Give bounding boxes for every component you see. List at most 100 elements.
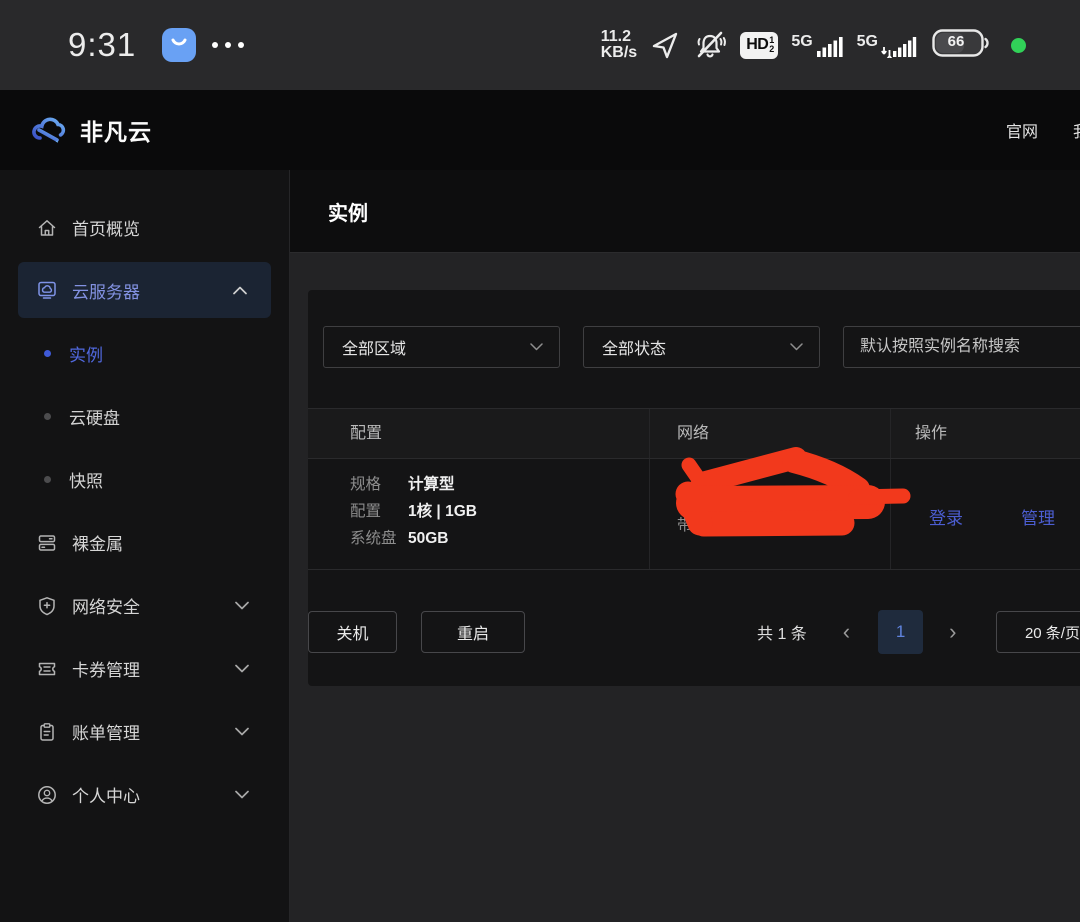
brand-name: 非凡云 <box>80 113 152 147</box>
network-cell: 公网IP 带宽10Mbps <box>649 459 890 569</box>
page-title-band: 实例 <box>290 170 1080 253</box>
sidebar-item-label: 云硬盘 <box>69 404 120 429</box>
bell-muted-icon <box>693 29 727 61</box>
home-icon <box>36 217 58 239</box>
cloud-server-icon <box>36 279 58 301</box>
search-input[interactable] <box>843 326 1080 368</box>
server-stack-icon <box>36 532 58 554</box>
page-size-select[interactable]: 20 条/页 <box>996 611 1080 653</box>
next-page-chevron-icon[interactable]: › <box>949 621 956 643</box>
chevron-down-icon <box>235 664 249 673</box>
app-header: 非凡云 官网 我 <box>0 90 1080 170</box>
sidebar-item-label: 快照 <box>69 467 103 492</box>
recording-dot-icon <box>1011 38 1026 53</box>
sidebar-item-bare-metal[interactable]: 裸金属 <box>0 511 289 574</box>
filter-bar: 全部区域 全部状态 <box>323 326 1080 368</box>
status-select-value: 全部状态 <box>602 335 666 359</box>
chevron-down-icon <box>790 343 803 351</box>
sidebar-subitem-cloud-disk[interactable]: 云硬盘 <box>0 385 289 448</box>
sidebar-item-label: 实例 <box>69 341 103 366</box>
region-select[interactable]: 全部区域 <box>323 326 560 368</box>
network-speed: 11.2 KB/s <box>601 29 637 62</box>
public-ip-label: 公网IP <box>677 485 725 512</box>
config-label: 配置 <box>350 498 408 525</box>
page-number-button[interactable]: 1 <box>878 610 923 654</box>
sidebar-item-home[interactable]: 首页概览 <box>0 196 289 259</box>
instance-panel: 全部区域 全部状态 配置 网络 操作 <box>308 290 1080 686</box>
hd-badge: HD 1 2 <box>740 32 778 59</box>
sidebar-subitem-instances[interactable]: 实例 <box>0 322 289 385</box>
sidebar-item-label: 卡券管理 <box>72 656 140 681</box>
table-row: 规格计算型 配置1核 | 1GB 系统盘50GB 公网IP 带宽10Mbps 登… <box>308 459 1080 570</box>
user-circle-icon <box>36 784 58 806</box>
spec-value: 计算型 <box>408 476 455 493</box>
hd-sim2: 2 <box>769 45 774 54</box>
actions-cell: 登录 管理 <box>890 459 1080 569</box>
sidebar-item-coupons[interactable]: 卡券管理 <box>0 637 289 700</box>
official-site-link[interactable]: 官网 <box>1006 118 1038 142</box>
sidebar-subitem-snapshot[interactable]: 快照 <box>0 448 289 511</box>
manage-link[interactable]: 管理 <box>1021 504 1055 569</box>
sidebar-item-cloud-server[interactable]: 云服务器 <box>18 262 271 318</box>
total-count: 共 1 条 <box>757 620 807 644</box>
config-value: 1核 | 1GB <box>408 503 477 520</box>
sidebar-item-network-security[interactable]: 网络安全 <box>0 574 289 637</box>
table-header: 配置 网络 操作 <box>308 408 1080 459</box>
sidebar-item-account[interactable]: 个人中心 <box>0 763 289 826</box>
sidebar-item-label: 云服务器 <box>72 278 140 303</box>
disk-value: 50GB <box>408 530 449 547</box>
signal-sim2: 5G <box>857 32 917 58</box>
battery-level: 66 <box>932 33 980 50</box>
restart-button[interactable]: 重启 <box>421 611 525 653</box>
header-partial-link[interactable]: 我 <box>1073 118 1080 142</box>
battery-indicator: 66 <box>932 29 990 62</box>
chevron-down-icon <box>235 601 249 610</box>
pagination: 共 1 条 ‹ 1 › 20 条/页 <box>757 610 1080 654</box>
sidebar-item-billing[interactable]: 账单管理 <box>0 700 289 763</box>
clipboard-icon <box>36 721 58 743</box>
bullet-dot-icon <box>44 476 51 483</box>
status-indicators: 11.2 KB/s HD 1 2 5G <box>601 0 1026 90</box>
shutdown-button[interactable]: 关机 <box>308 611 397 653</box>
bandwidth-label: 带宽 <box>677 512 725 539</box>
speed-unit: KB/s <box>601 45 637 61</box>
sidebar-item-label: 首页概览 <box>72 215 140 240</box>
config-cell: 规格计算型 配置1核 | 1GB 系统盘50GB <box>308 459 649 569</box>
ticket-icon <box>36 658 58 680</box>
sidebar-item-label: 网络安全 <box>72 593 140 618</box>
column-header-network: 网络 <box>649 409 890 458</box>
sig2-label: 5G <box>857 34 878 50</box>
sig1-label: 5G <box>791 34 812 50</box>
region-select-value: 全部区域 <box>342 335 406 359</box>
table-footer: 关机 重启 共 1 条 ‹ 1 › 20 条/页 <box>308 610 1080 654</box>
column-header-config: 配置 <box>308 409 649 458</box>
bullet-dot-icon <box>44 350 51 357</box>
sidebar-item-label: 裸金属 <box>72 530 123 555</box>
bullet-dot-icon <box>44 413 51 420</box>
page-title: 实例 <box>328 197 368 226</box>
cloud-logo-icon <box>30 114 68 146</box>
smile-icon <box>162 28 196 62</box>
bandwidth-value: 10Mbps <box>725 517 783 534</box>
sidebar: 首页概览 云服务器 实例 云硬盘 快照 <box>0 170 290 922</box>
signal-sim1: 5G <box>791 32 843 58</box>
chevron-up-icon <box>233 286 247 295</box>
speed-value: 11.2 <box>601 29 637 45</box>
app-icon <box>162 28 196 62</box>
chevron-down-icon <box>235 727 249 736</box>
brand: 非凡云 <box>30 113 152 147</box>
status-select[interactable]: 全部状态 <box>583 326 820 368</box>
signal-bars-activity-icon <box>881 32 917 58</box>
prev-page-chevron-icon[interactable]: ‹ <box>843 621 850 643</box>
sidebar-item-label: 账单管理 <box>72 719 140 744</box>
status-bar: 9:31 11.2 KB/s HD 1 2 <box>0 0 1080 90</box>
disk-label: 系统盘 <box>350 525 408 552</box>
login-link[interactable]: 登录 <box>929 504 963 569</box>
main-content: 实例 全部区域 全部状态 配置 <box>290 170 1080 922</box>
shield-plus-icon <box>36 595 58 617</box>
spec-label: 规格 <box>350 471 408 498</box>
chevron-down-icon <box>530 343 543 351</box>
column-header-actions: 操作 <box>890 409 1080 458</box>
sidebar-item-label: 个人中心 <box>72 782 140 807</box>
location-arrow-icon <box>650 30 680 60</box>
